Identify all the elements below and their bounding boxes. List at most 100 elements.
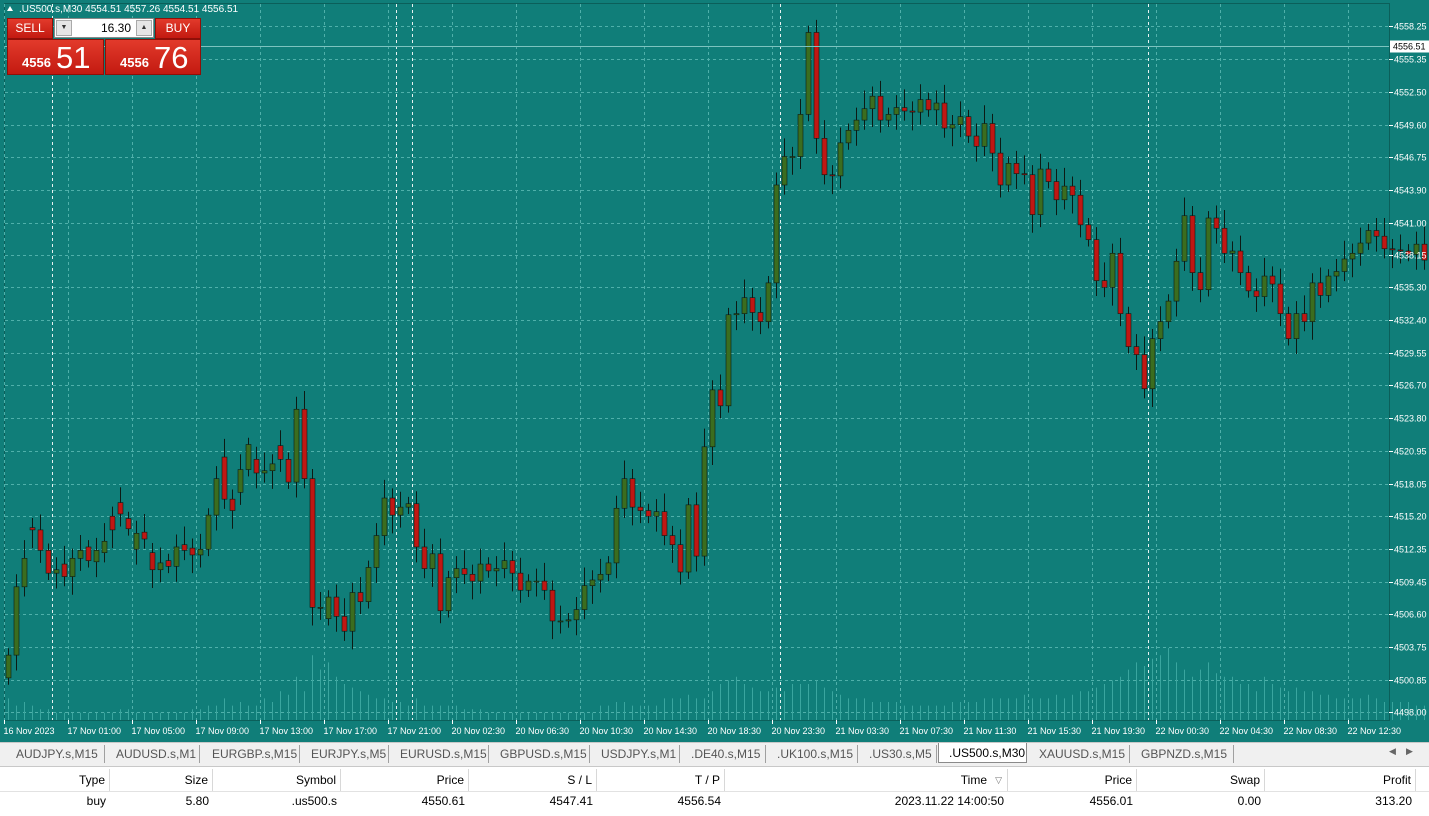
sell-price-pips: 51: [56, 40, 90, 76]
x-tick-label: 22 Nov 04:30: [1220, 726, 1274, 736]
candle-body: [814, 32, 819, 138]
header-time[interactable]: Time ▽: [725, 769, 1008, 791]
cell-tp[interactable]: 4556.54: [597, 792, 725, 811]
y-tick-label: 4541.00: [1394, 219, 1427, 229]
candle-body: [462, 569, 467, 575]
chart-tabs-bar: AUDJPY.s,M15 AUDUSD.s,M1 EURGBP.s,M15 EU…: [0, 742, 1429, 764]
tab-eurgbp[interactable]: EURGBP.s,M15: [202, 745, 300, 763]
tab-audusd[interactable]: AUDUSD.s,M1: [106, 745, 200, 763]
one-click-trading-panel: SELL ▼ ▲ BUY 4556 51 4556 76: [5, 17, 201, 75]
candle-body: [342, 616, 347, 631]
candle-body: [646, 511, 651, 517]
candle-body: [710, 390, 715, 447]
cell-type[interactable]: buy: [0, 792, 110, 811]
header-swap[interactable]: Swap: [1137, 769, 1265, 791]
candle-body: [1142, 355, 1147, 389]
y-tick-label: 4558.25: [1394, 22, 1427, 32]
cell-time[interactable]: 2023.11.22 14:00:50: [725, 792, 1008, 811]
triangle-up-icon[interactable]: ▲: [136, 20, 152, 36]
lot-size-input[interactable]: [71, 21, 131, 35]
candle-body: [1270, 276, 1275, 284]
x-tick-label: 20 Nov 18:30: [708, 726, 762, 736]
candle-body: [510, 561, 515, 574]
candle-body: [742, 298, 747, 314]
header-current-price[interactable]: Price: [1008, 769, 1137, 791]
cell-sl[interactable]: 4547.41: [469, 792, 597, 811]
candle: [814, 20, 819, 154]
candle-body: [766, 283, 771, 322]
candle-body: [398, 507, 403, 515]
price-chart[interactable]: 4558.254555.354552.504549.604546.754543.…: [0, 0, 1429, 742]
header-size[interactable]: Size: [110, 769, 213, 791]
candle-body: [278, 446, 283, 460]
cell-swap[interactable]: 0.00: [1137, 792, 1265, 811]
candle-body: [1310, 283, 1315, 322]
tab-uk100[interactable]: .UK100.s,M15: [767, 745, 858, 763]
tab-eurusd[interactable]: EURUSD.s,M15: [390, 745, 489, 763]
cell-current-price[interactable]: 4556.01: [1008, 792, 1137, 811]
tab-audjpy[interactable]: AUDJPY.s,M15: [6, 745, 105, 763]
tab-gbpnzd[interactable]: GBPNZD.s,M15: [1131, 745, 1234, 763]
header-type[interactable]: Type: [0, 769, 110, 791]
candle-body: [550, 590, 555, 621]
triangle-right-icon[interactable]: ▶: [1406, 746, 1413, 757]
candle-body: [686, 505, 691, 572]
tab-de40[interactable]: .DE40.s,M15: [681, 745, 766, 763]
tab-gbpusd[interactable]: GBPUSD.s,M15: [490, 745, 590, 763]
lot-size-stepper[interactable]: ▼ ▲: [54, 18, 154, 38]
tab-us500[interactable]: .US500.s,M30: [938, 743, 1027, 763]
candle-body: [30, 528, 35, 530]
candle-body: [1318, 283, 1323, 296]
candle-body: [70, 558, 75, 576]
candle-body: [958, 117, 963, 125]
candle-body: [1174, 261, 1179, 301]
candle-body: [310, 479, 315, 608]
cell-profit[interactable]: 313.20: [1265, 792, 1416, 811]
candle-body: [1230, 251, 1235, 253]
candle-body: [830, 175, 835, 176]
candle-body: [1294, 314, 1299, 339]
y-tick-label: 4555.35: [1394, 55, 1427, 65]
candle-body: [486, 564, 491, 571]
header-sl[interactable]: S / L: [469, 769, 597, 791]
x-tick-label: 21 Nov 03:30: [836, 726, 890, 736]
y-tick-label: 4538.15: [1394, 251, 1427, 261]
x-tick-label: 21 Nov 19:30: [1092, 726, 1146, 736]
candle-body: [1366, 231, 1371, 244]
header-profit[interactable]: Profit: [1265, 769, 1416, 791]
candle-body: [1150, 339, 1155, 389]
tab-xauusd[interactable]: XAUUSD.s,M15: [1029, 745, 1130, 763]
candle-body: [926, 100, 931, 110]
candle-body: [838, 143, 843, 176]
tab-eurjpy[interactable]: EURJPY.s,M5: [301, 745, 389, 763]
candle-body: [326, 597, 331, 619]
y-tick-label: 4506.60: [1394, 610, 1427, 620]
candle-body: [230, 499, 235, 510]
candle-body: [806, 32, 811, 114]
candle-body: [606, 563, 611, 574]
candle-body: [414, 504, 419, 547]
sell-button[interactable]: SELL: [7, 18, 53, 39]
x-tick-label: 20 Nov 02:30: [452, 726, 506, 736]
header-price[interactable]: Price: [341, 769, 469, 791]
x-tick-label: 20 Nov 23:30: [772, 726, 826, 736]
header-tp[interactable]: T / P: [597, 769, 725, 791]
cell-symbol[interactable]: .us500.s: [213, 792, 341, 811]
buy-price-pips: 76: [154, 40, 188, 76]
sort-arrow-icon[interactable]: ▽: [995, 769, 1002, 791]
cell-size[interactable]: 5.80: [110, 792, 213, 811]
buy-price-button[interactable]: 4556 76: [105, 39, 201, 75]
cell-price[interactable]: 4550.61: [341, 792, 469, 811]
sell-price-button[interactable]: 4556 51: [7, 39, 104, 75]
candle-body: [878, 96, 883, 120]
tab-usdjpy[interactable]: USDJPY.s,M1: [591, 745, 680, 763]
tab-us30[interactable]: .US30.s,M5: [859, 745, 937, 763]
triangle-down-icon[interactable]: ▼: [56, 20, 72, 36]
candle-body: [1262, 276, 1267, 296]
header-symbol[interactable]: Symbol: [213, 769, 341, 791]
candle-body: [430, 554, 435, 569]
x-tick-label: 22 Nov 00:30: [1156, 726, 1210, 736]
buy-button[interactable]: BUY: [155, 18, 201, 39]
x-tick-label: 22 Nov 08:30: [1284, 726, 1338, 736]
triangle-left-icon[interactable]: ◀: [1389, 746, 1396, 757]
